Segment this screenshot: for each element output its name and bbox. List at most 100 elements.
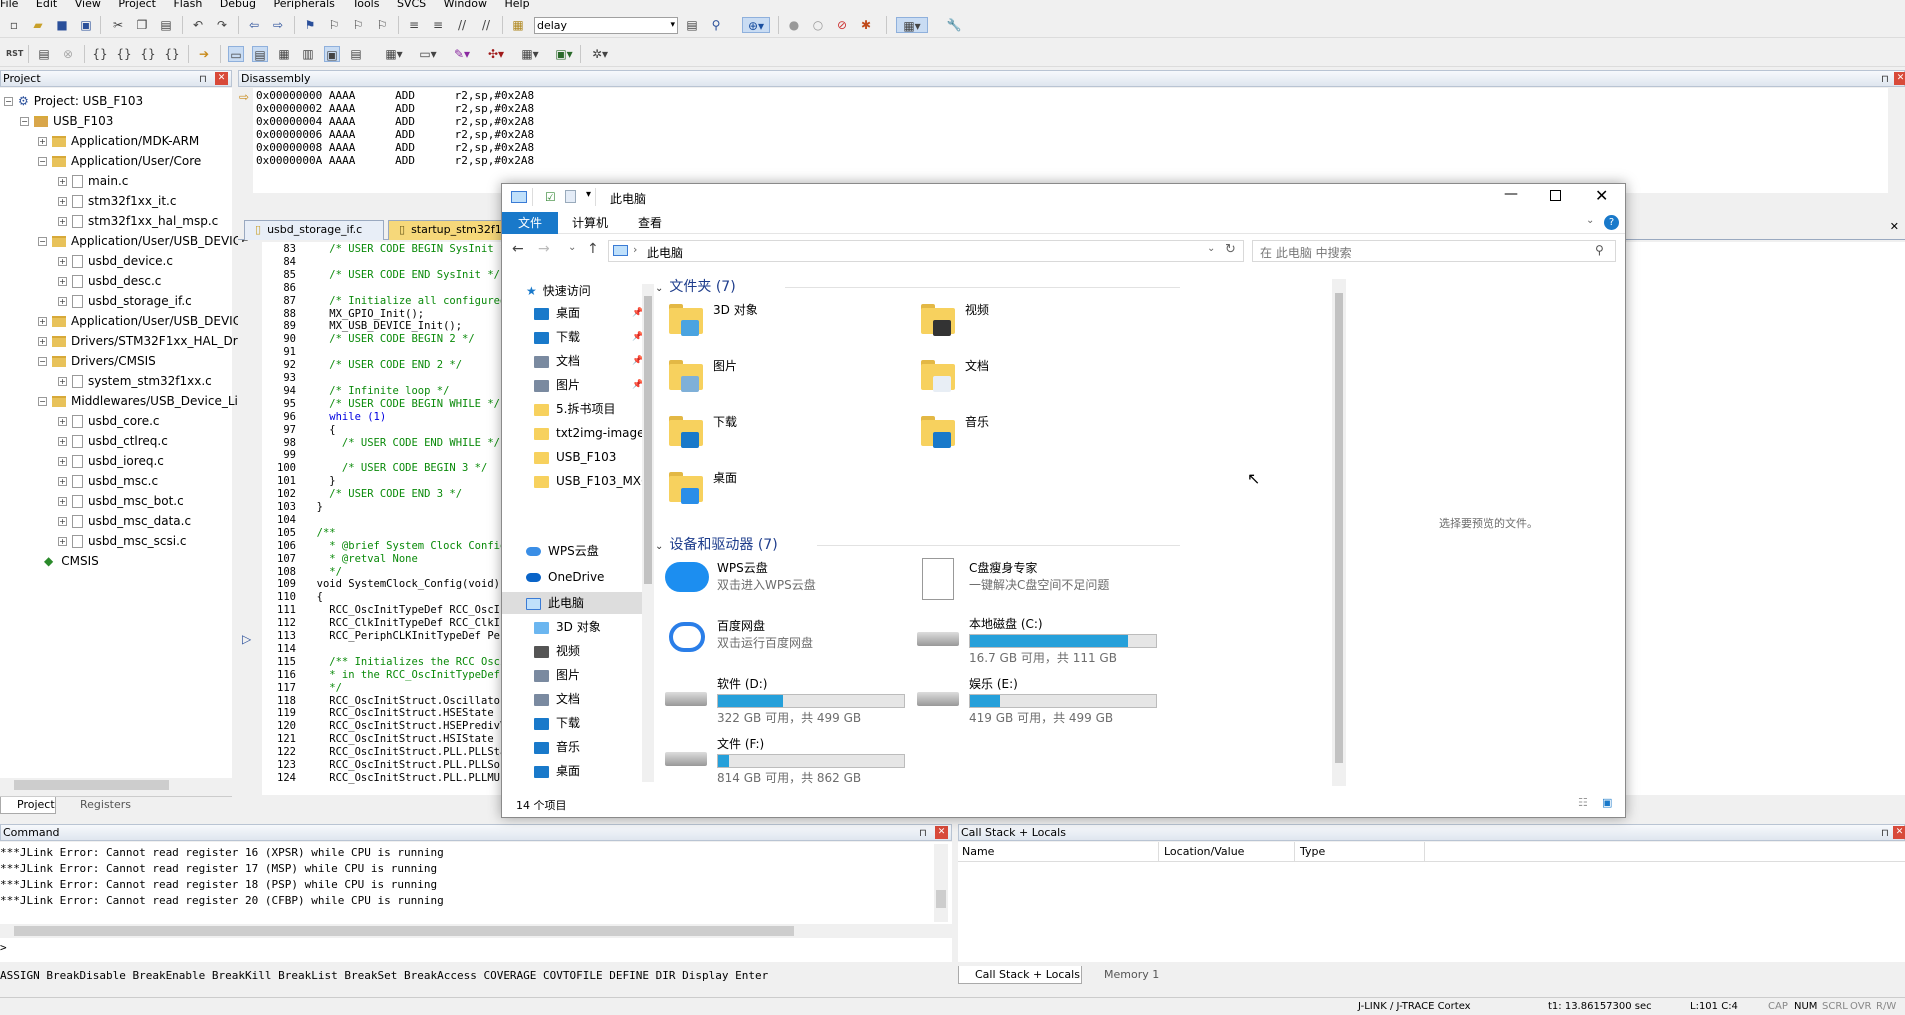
expand-icon[interactable]: +: [58, 197, 67, 206]
tab-close-icon[interactable]: ✕: [1890, 220, 1899, 233]
nav-quick-item[interactable]: 5.拆书项目: [534, 398, 615, 420]
code-line[interactable]: RCC_OscInitStruct.PLL.PLLMUL: [304, 773, 506, 784]
device-wps[interactable]: WPS云盘 双击进入WPS云盘: [665, 558, 885, 602]
callstack-window-icon[interactable]: ▣: [324, 46, 340, 62]
tree-file[interactable]: + usbd_msc_data.c: [58, 511, 191, 531]
tab-callstack[interactable]: Call Stack + Locals: [958, 966, 1082, 984]
command-vscrollbar[interactable]: [934, 844, 948, 922]
cut-icon[interactable]: ✂: [110, 17, 126, 33]
expand-icon[interactable]: +: [58, 177, 67, 186]
close-icon[interactable]: ✕: [1893, 826, 1905, 839]
tree-file[interactable]: + usbd_desc.c: [58, 271, 161, 291]
expand-icon[interactable]: +: [38, 337, 47, 346]
tree-file[interactable]: + usbd_msc.c: [58, 471, 158, 491]
redo-icon[interactable]: ↷: [214, 17, 230, 33]
tab-registers[interactable]: Registers: [62, 797, 142, 814]
drive-item[interactable]: 娱乐 (E:) 419 GB 可用，共 499 GB: [917, 676, 1157, 725]
run-to-cursor-icon[interactable]: {}: [164, 46, 180, 62]
command-hscrollbar[interactable]: [0, 924, 952, 938]
nav-quick-item[interactable]: 文档 📌: [534, 350, 643, 372]
code-line[interactable]: /* Infinite loop */: [304, 386, 449, 397]
code-line[interactable]: RCC_OscInitStruct.HSIState: [304, 734, 493, 745]
menu-help[interactable]: Help: [505, 0, 530, 9]
menu-svcs[interactable]: SVCS: [397, 0, 426, 9]
expand-icon[interactable]: +: [58, 217, 67, 226]
folder-item[interactable]: 图片: [667, 350, 887, 400]
analysis-window-icon[interactable]: ✎▾: [448, 46, 476, 62]
code-line[interactable]: /* USER CODE END WHILE */: [304, 437, 500, 449]
disassembly-vscrollbar[interactable]: [1888, 88, 1905, 193]
indent-icon[interactable]: ≡: [406, 17, 422, 33]
code-line[interactable]: }: [304, 502, 323, 513]
expand-ribbon-icon[interactable]: ⌄: [1586, 215, 1594, 226]
disassembly-line[interactable]: 0x00000004 AAAA ADD r2,sp,#0x2A8: [256, 115, 534, 128]
code-line[interactable]: {: [304, 424, 335, 436]
scrollbar-thumb[interactable]: [14, 926, 794, 936]
nav-pc-item[interactable]: 桌面: [534, 760, 580, 782]
tree-folder[interactable]: + Application/MDK-ARM: [38, 131, 199, 151]
folder-item[interactable]: 视频: [919, 294, 1139, 344]
tree-folder[interactable]: − Application/User/Core: [38, 151, 201, 171]
folder-item[interactable]: 下载: [667, 406, 887, 456]
expand-icon[interactable]: +: [38, 317, 47, 326]
code-line[interactable]: /* USER CODE BEGIN SysInit */: [304, 244, 512, 255]
nav-quick-item[interactable]: 桌面 📌: [534, 302, 643, 324]
address-text[interactable]: 此电脑: [647, 244, 683, 261]
column-location[interactable]: Location/Value: [1164, 845, 1244, 858]
breakpoint-disable-icon[interactable]: ○: [810, 17, 826, 33]
back-arrow-icon[interactable]: ←: [512, 241, 524, 257]
comment-icon[interactable]: //: [454, 17, 470, 33]
system-viewer-icon[interactable]: ▦▾: [516, 46, 544, 62]
code-line[interactable]: */: [304, 566, 342, 578]
code-line[interactable]: RCC_OscInitStruct.HSEPredivValue: [304, 721, 531, 732]
ribbon-tab-view[interactable]: 查看: [638, 212, 662, 234]
open-folder-icon[interactable]: ▰: [30, 17, 46, 33]
target-select[interactable]: delay ▾: [534, 17, 678, 34]
paste-icon[interactable]: ▤: [158, 17, 174, 33]
step-into-icon[interactable]: {}: [92, 46, 108, 62]
expand-icon[interactable]: +: [58, 377, 67, 386]
tree-file[interactable]: + system_stm32f1xx.c: [58, 371, 212, 391]
disassembly-line[interactable]: 0x00000000 AAAA ADD r2,sp,#0x2A8: [256, 89, 534, 102]
code-line[interactable]: RCC_OscInitStruct.OscillatorType: [304, 695, 531, 707]
expand-icon[interactable]: −: [38, 157, 47, 166]
nav-pc-item[interactable]: 音乐: [534, 736, 580, 758]
tree-folder[interactable]: − Drivers/CMSIS: [38, 351, 156, 371]
breakpoint-insert-icon[interactable]: ●: [786, 17, 802, 33]
column-type[interactable]: Type: [1300, 845, 1325, 858]
drive-item[interactable]: 文件 (F:) 814 GB 可用，共 862 GB: [665, 736, 905, 785]
folder-item[interactable]: 音乐: [919, 406, 1139, 456]
command-input[interactable]: >: [0, 940, 952, 956]
tree-folder[interactable]: + Drivers/STM32F1xx_HAL_Driver: [38, 331, 260, 351]
search-box[interactable]: 在 此电脑 中搜索 ⚲: [1252, 240, 1616, 262]
nav-pc-item[interactable]: 本地磁盘 (C:): [534, 784, 630, 786]
debug-settings-icon[interactable]: ✲▾: [586, 46, 614, 62]
pin-icon[interactable]: ⊓: [919, 826, 927, 841]
recent-locations-icon[interactable]: ⌄: [568, 242, 576, 253]
serial-window-icon[interactable]: ▭▾: [414, 46, 442, 62]
refresh-icon[interactable]: ↻: [1225, 242, 1236, 257]
up-arrow-icon[interactable]: ↑: [587, 241, 599, 257]
folder-item[interactable]: 文档: [919, 350, 1139, 400]
tab-memory[interactable]: Memory 1: [1088, 966, 1168, 984]
run-icon[interactable]: ▤: [36, 46, 52, 62]
minimize-icon[interactable]: —: [1504, 186, 1518, 202]
find-icon[interactable]: ▤: [684, 17, 700, 33]
memory-window-icon[interactable]: ▦▾: [380, 46, 408, 62]
code-line[interactable]: /* USER CODE END 3 */: [304, 489, 462, 500]
toolbox-icon[interactable]: ▣▾: [550, 46, 578, 62]
tree-file[interactable]: + usbd_storage_if.c: [58, 291, 192, 311]
code-line[interactable]: RCC_OscInitStruct.HSEState: [304, 708, 493, 719]
pin-icon[interactable]: ⊓: [1881, 72, 1889, 87]
undo-icon[interactable]: ↶: [190, 17, 206, 33]
code-line[interactable]: MX_USB_DEVICE_Init();: [304, 321, 462, 332]
new-file-icon[interactable]: ▫: [6, 17, 22, 33]
menu-file[interactable]: File: [0, 0, 18, 9]
help-icon[interactable]: ?: [1604, 215, 1619, 230]
expand-icon[interactable]: +: [58, 417, 67, 426]
tree-folder[interactable]: − Middlewares/USB_Device_Library: [38, 391, 270, 411]
expand-icon[interactable]: +: [58, 437, 67, 446]
tab-project[interactable]: Project: [0, 797, 56, 814]
tree-file[interactable]: + main.c: [58, 171, 128, 191]
nav-onedrive[interactable]: OneDrive: [526, 566, 604, 588]
